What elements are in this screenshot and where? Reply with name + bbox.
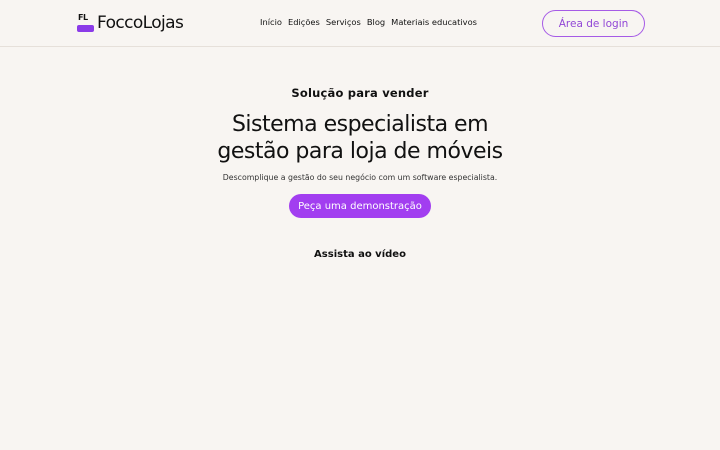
nav-item-servicos[interactable]: Serviços — [326, 17, 361, 27]
hero-title-line-2: gestão para loja de móveis — [217, 139, 503, 164]
logo-bar-shape — [77, 24, 94, 32]
logo-icon: FL — [77, 12, 95, 33]
nav-item-inicio[interactable]: Início — [260, 17, 282, 27]
hero-eyebrow: Solução para vender — [291, 86, 429, 100]
logo-text: FoccoLojas — [97, 13, 184, 33]
site-header: FL FoccoLojas Início Edições Serviços Bl… — [0, 0, 720, 47]
hero-subtitle: Descomplique a gestão do seu negócio com… — [222, 173, 498, 182]
hero-title-line-1: Sistema especialista em — [231, 112, 489, 137]
logo-mark-text: FL — [78, 12, 88, 22]
main-nav: Início Edições Serviços Blog Materiais e… — [260, 17, 483, 27]
hero-title: Sistema especialista em gestão para loja… — [0, 111, 720, 165]
nav-item-edicoes[interactable]: Edições — [288, 17, 320, 27]
nav-item-blog[interactable]: Blog — [367, 17, 385, 27]
request-demo-button[interactable]: Peça uma demonstração — [289, 194, 431, 218]
login-button[interactable]: Área de login — [542, 10, 645, 37]
watch-video-heading: Assista ao vídeo — [314, 249, 406, 260]
logo-link[interactable]: FL FoccoLojas — [77, 12, 184, 33]
nav-item-materiais-educativos[interactable]: Materiais educativos — [391, 17, 477, 27]
